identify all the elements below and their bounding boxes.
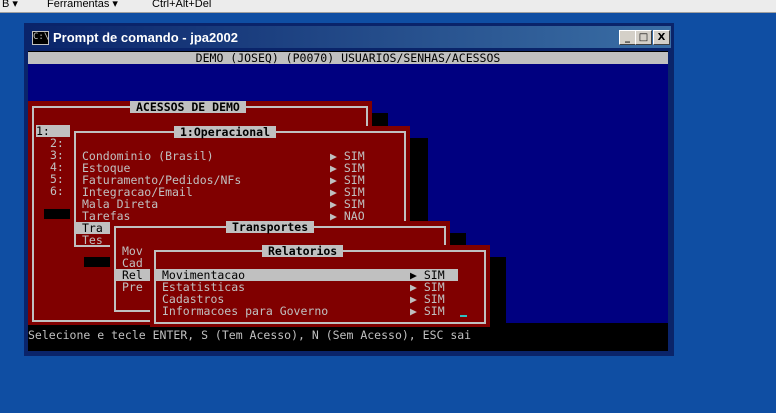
relatorios-menu-title: Relatorios <box>262 245 344 257</box>
relatorios-menu-panel: Relatorios Movimentacao ▶ SIM Estatistic… <box>150 245 490 327</box>
ctrl-alt-del-button[interactable]: Ctrl+Alt+Del <box>152 0 211 10</box>
minimize-button[interactable]: _ <box>619 30 636 45</box>
demo-menu-title: ACESSOS DE DEMO <box>130 101 246 113</box>
demo-menu-item-6[interactable]: 6: <box>50 185 64 197</box>
top-toolbar: B ▾ Ferramentas ▾ Ctrl+Alt+Del <box>0 0 776 13</box>
cmd-icon: C:\ <box>32 31 49 45</box>
demo-menu-block <box>44 209 70 219</box>
ferramentas-menu[interactable]: Ferramentas ▾ <box>47 0 118 10</box>
close-button[interactable]: X <box>653 30 670 45</box>
relatorios-item-label[interactable]: Informacoes para Governo <box>162 305 328 317</box>
operacional-item-label[interactable]: Tes <box>82 234 103 246</box>
maximize-button[interactable]: □ <box>635 30 652 45</box>
transportes-item[interactable]: Pre <box>122 281 143 293</box>
toolbar-menu-fragment[interactable]: B ▾ <box>2 0 18 10</box>
transportes-menu-title: Transportes <box>226 221 315 233</box>
console-area[interactable]: DEMO (JOSEQ) (P0070) USUARIOS/SENHAS/ACE… <box>28 51 668 351</box>
operacional-menu-title: 1:Operacional <box>174 126 277 138</box>
console-header: DEMO (JOSEQ) (P0070) USUARIOS/SENHAS/ACE… <box>28 52 668 64</box>
window-title: Prompt de comando - jpa2002 <box>53 30 238 45</box>
text-cursor <box>460 315 467 317</box>
window-titlebar[interactable]: C:\ Prompt de comando - jpa2002 _ □ X <box>27 26 671 48</box>
status-line: Selecione e tecle ENTER, S (Tem Acesso),… <box>28 328 472 342</box>
command-prompt-window: C:\ Prompt de comando - jpa2002 _ □ X DE… <box>24 23 674 356</box>
relatorios-item-value: ▶ SIM <box>410 304 445 318</box>
relatorios-shadow <box>490 257 506 327</box>
